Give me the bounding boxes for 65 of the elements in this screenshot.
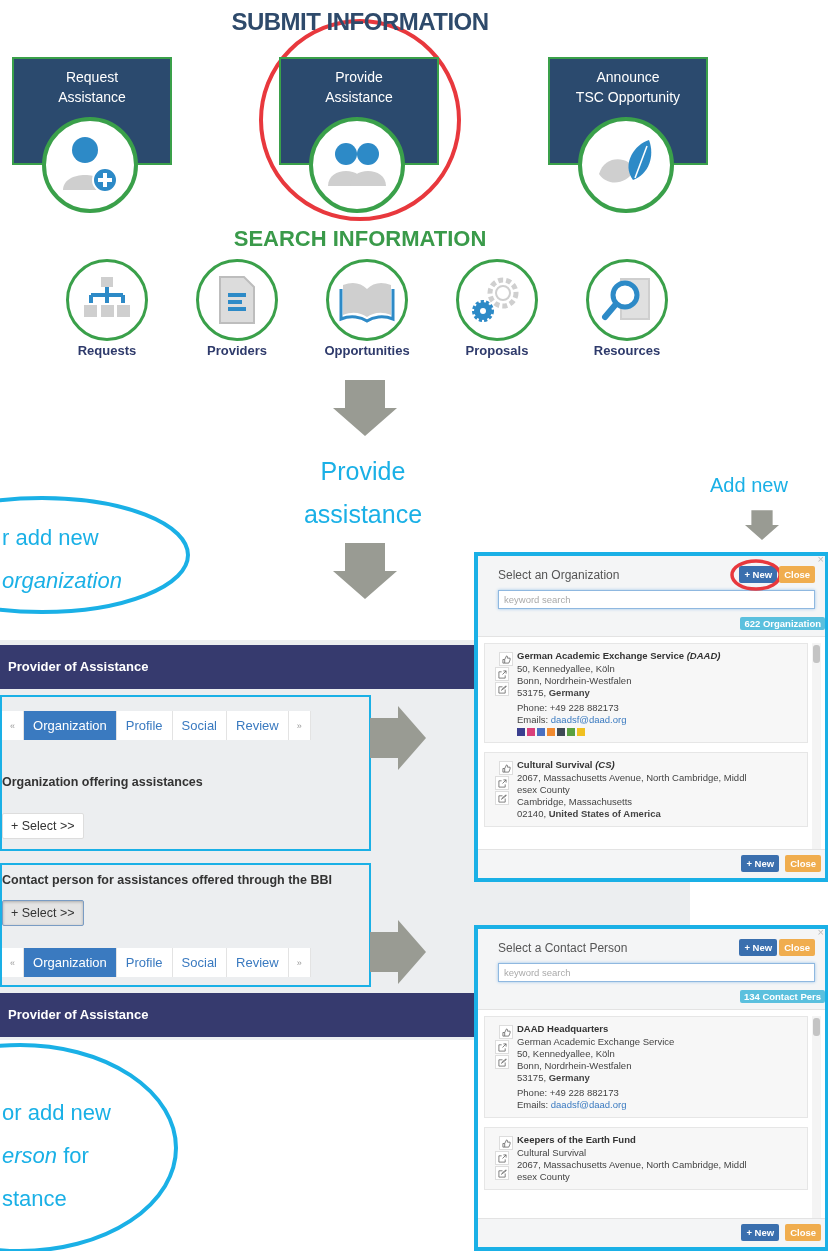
down-arrow <box>333 380 397 436</box>
edit-icon[interactable] <box>495 682 509 696</box>
field-label: Organization offering assistances <box>2 774 203 789</box>
address-line: 2067, Massachusetts Avenue, North Cambridge, Middl <box>517 1159 747 1171</box>
down-arrow <box>745 510 779 540</box>
external-link-icon[interactable] <box>495 1040 509 1054</box>
edit-icon[interactable] <box>495 791 509 805</box>
address-line: Cambridge, Massachusetts <box>517 796 634 808</box>
address-line: esex County <box>517 784 571 796</box>
field-label: Contact person for assistances offered through the BBI <box>2 873 332 887</box>
card-title: Keepers of the Earth Fund <box>517 1134 637 1146</box>
count-badge: 622 Organization <box>740 617 825 630</box>
scrollbar[interactable] <box>812 1016 821 1218</box>
email-label: Emails: <box>517 1099 549 1110</box>
card-subtitle: Cultural Survival <box>517 1147 588 1159</box>
address-line: Bonn, Nordrhein-Westfalen <box>517 1060 633 1072</box>
annotation-label: Add new <box>710 474 788 497</box>
phone-text: Phone: +49 228 882173 <box>517 702 620 714</box>
thumbs-up-icon[interactable] <box>499 1025 513 1039</box>
address-line: 2067, Massachusetts Avenue, North Cambridge, Middl <box>517 772 747 784</box>
dialog-title: Select an Organization <box>498 567 620 582</box>
external-link-icon[interactable] <box>495 1151 509 1165</box>
email-link[interactable]: daadsf@daad.org <box>550 1099 627 1110</box>
right-arrow <box>370 706 426 770</box>
card-title: Cultural Survival (CS) <box>517 759 616 771</box>
card-subtitle: German Academic Exchange Service <box>517 1036 675 1048</box>
scrollbar[interactable] <box>812 643 821 849</box>
section-title: SUBMIT INFORMATION <box>230 8 490 36</box>
phone-text: Phone: +49 228 882173 <box>517 1087 620 1099</box>
edit-icon[interactable] <box>495 1166 509 1180</box>
address-line: 02140, United States of America <box>517 808 662 820</box>
address-line: 53175, Germany <box>517 1072 591 1084</box>
dialog-title: Select a Contact Person <box>498 940 628 955</box>
down-arrow <box>333 543 397 599</box>
address-line: 50, Kennedyallee, Köln <box>517 663 616 675</box>
external-link-icon[interactable] <box>495 667 509 681</box>
new-button[interactable]: + New <box>739 566 778 583</box>
email-label: Emails: <box>517 714 549 725</box>
external-link-icon[interactable] <box>495 776 509 790</box>
annotation-text: or add new erson for stance <box>2 1099 111 1213</box>
card-title: DAAD Headquarters <box>517 1023 610 1035</box>
address-line: 53175, Germany <box>517 687 591 699</box>
count-badge: 134 Contact Pers <box>739 990 825 1003</box>
email-link[interactable]: daadsf@daad.org <box>550 714 627 725</box>
flow-label: Provide assistance <box>302 456 424 530</box>
select-button[interactable]: + Select >> <box>2 813 84 839</box>
tab[interactable]: Organization <box>24 711 117 740</box>
new-button[interactable]: + New <box>741 855 780 872</box>
document-icon <box>217 275 257 325</box>
thumbs-up-icon[interactable] <box>499 761 513 775</box>
new-button[interactable]: + New <box>741 1224 780 1241</box>
address-line: Bonn, Nordrhein-Westfalen <box>517 675 633 687</box>
thumbs-up-icon[interactable] <box>499 1136 513 1150</box>
select-button[interactable]: + Select >> <box>2 899 84 926</box>
annotation-text: r add new organization <box>2 524 122 595</box>
tab[interactable]: Organization <box>24 948 117 977</box>
address-line: 50, Kennedyallee, Köln <box>517 1048 616 1060</box>
new-button[interactable]: + New <box>739 939 778 956</box>
edit-icon[interactable] <box>495 1055 509 1069</box>
section-title: SEARCH INFORMATION <box>232 226 488 252</box>
address-line: esex County <box>517 1171 571 1183</box>
right-arrow <box>370 920 426 984</box>
search-field[interactable]: keyword search <box>498 963 815 982</box>
thumbs-up-icon[interactable] <box>499 652 513 666</box>
search-field[interactable]: keyword search <box>498 590 815 609</box>
